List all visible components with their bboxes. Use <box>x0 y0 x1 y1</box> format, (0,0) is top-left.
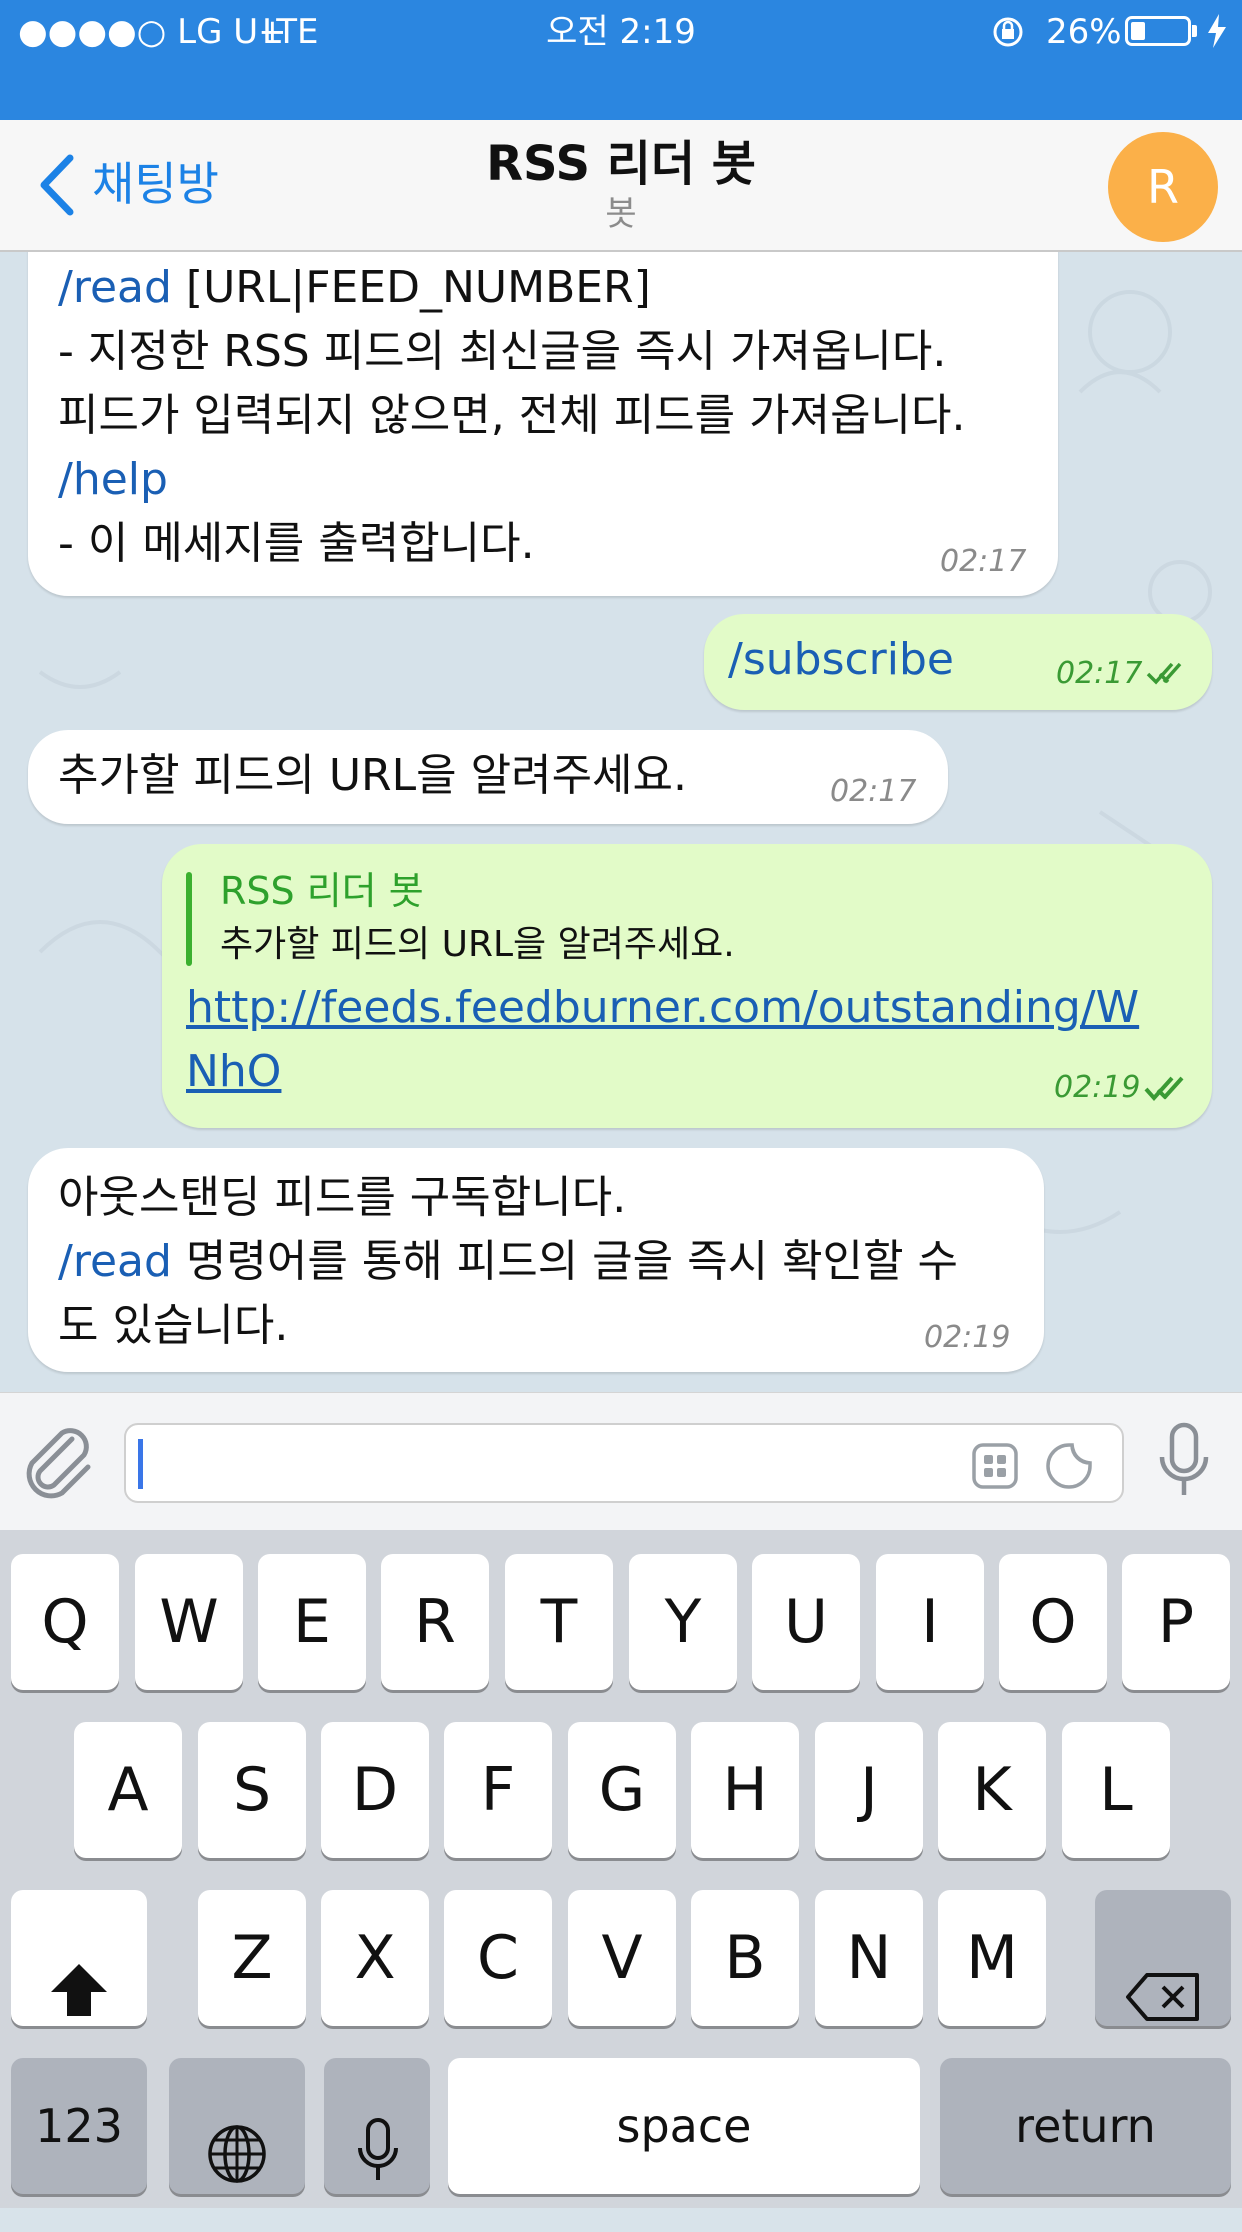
read-checkmarks-icon <box>1146 660 1194 690</box>
message-input[interactable] <box>124 1423 1124 1503</box>
battery-icon <box>1125 16 1191 46</box>
subscribe-command[interactable]: /subscribe <box>728 628 954 692</box>
key-b[interactable]: B <box>691 1890 799 2026</box>
message-incoming[interactable]: 아웃스탠딩 피드를 구독합니다. /read 명령어를 통해 피드의 글을 즉시… <box>28 1148 1044 1372</box>
message-incoming[interactable]: 추가할 피드의 URL을 알려주세요. 02:17 <box>28 730 948 824</box>
message-text: 추가할 피드의 URL을 알려주세요. <box>58 750 687 801</box>
message-text: 아웃스탠딩 피드를 구독합니다. <box>58 1172 627 1223</box>
reply-quote-text[interactable]: 추가할 피드의 URL을 알려주세요. <box>220 920 735 970</box>
message-incoming[interactable]: /read [URL|FEED_NUMBER] - 지정한 RSS 피드의 최신… <box>28 252 1058 596</box>
chat-area[interactable]: /read [URL|FEED_NUMBER] - 지정한 RSS 피드의 최신… <box>0 252 1242 1392</box>
key-x[interactable]: X <box>321 1890 429 2026</box>
key-u[interactable]: U <box>752 1554 860 1690</box>
chat-subtitle: 봇 <box>605 194 637 234</box>
message-input-bar <box>0 1392 1242 1530</box>
message-text: 명령어를 통해 피드의 글을 즉시 확인할 수 <box>171 1236 958 1287</box>
message-outgoing[interactable]: RSS 리더 봇 추가할 피드의 URL을 알려주세요. http://feed… <box>162 844 1212 1128</box>
read-args: [URL|FEED_NUMBER] <box>171 262 651 313</box>
keyboard: Q W E R T Y U I O P A S D F G H J K L Z … <box>0 1530 1242 2208</box>
battery-percent: 26% <box>1046 12 1122 52</box>
message-text: 도 있습니다. <box>58 1300 289 1351</box>
message-text: - 지정한 RSS 피드의 최신글을 즉시 가져옵니다. <box>58 326 947 377</box>
message-time: 02:17 <box>1056 656 1143 691</box>
globe-key[interactable] <box>169 2058 305 2194</box>
message-time: 02:17 <box>940 544 1027 579</box>
message-time: 02:17 <box>830 774 917 809</box>
backspace-key[interactable] <box>1095 1890 1231 2026</box>
key-t[interactable]: T <box>505 1554 613 1690</box>
key-l[interactable]: L <box>1062 1722 1170 1858</box>
nav-bar: 채팅방 RSS 리더 봇 봇 R <box>0 120 1242 252</box>
charging-bolt-icon <box>1206 14 1228 52</box>
message-text: - 이 메세지를 출력합니다. <box>58 518 535 569</box>
backspace-icon <box>1125 1934 1201 2070</box>
key-c[interactable]: C <box>444 1890 552 2026</box>
text-caret <box>138 1439 143 1489</box>
bot-commands-icon[interactable] <box>972 1443 1018 1493</box>
read-checkmarks-icon <box>1144 1074 1196 1106</box>
read-command-link[interactable]: /read <box>58 1236 172 1287</box>
message-outgoing[interactable]: /subscribe 02:17 <box>704 614 1212 710</box>
reply-quote-author[interactable]: RSS 리더 봇 <box>220 866 424 916</box>
chat-title: RSS 리더 봇 <box>486 136 756 192</box>
return-key[interactable]: return <box>940 2058 1231 2194</box>
microphone-icon[interactable] <box>1158 1421 1210 1505</box>
microphone-icon <box>356 2094 400 2230</box>
message-text: 피드가 입력되지 않으면, 전체 피드를 가져옵니다. <box>58 390 966 441</box>
numbers-key[interactable]: 123 <box>11 2058 147 2194</box>
message-time: 02:19 <box>1054 1070 1141 1105</box>
reply-quote-bar <box>186 872 192 966</box>
status-bar: ●●●●○ LG U+ LTE 오전 2:19 26% <box>0 0 1242 120</box>
key-q[interactable]: Q <box>11 1554 119 1690</box>
key-e[interactable]: E <box>258 1554 366 1690</box>
key-v[interactable]: V <box>568 1890 676 2026</box>
key-z[interactable]: Z <box>198 1890 306 2026</box>
key-k[interactable]: K <box>938 1722 1046 1858</box>
globe-icon <box>207 2096 267 2232</box>
dictation-key[interactable] <box>324 2058 430 2194</box>
avatar[interactable]: R <box>1108 132 1218 242</box>
shift-arrow-icon <box>49 1930 109 2066</box>
read-command-link[interactable]: /read <box>58 262 172 313</box>
feed-url-link[interactable]: http://feeds.feedburner.com/outstanding/… <box>186 976 1139 1040</box>
feed-url-link[interactable]: NhO <box>186 1040 281 1104</box>
key-a[interactable]: A <box>74 1722 182 1858</box>
key-w[interactable]: W <box>135 1554 243 1690</box>
key-i[interactable]: I <box>876 1554 984 1690</box>
rotation-lock-icon <box>990 14 1026 54</box>
message-time: 02:19 <box>924 1320 1011 1355</box>
key-m[interactable]: M <box>938 1890 1046 2026</box>
key-j[interactable]: J <box>815 1722 923 1858</box>
key-s[interactable]: S <box>198 1722 306 1858</box>
key-d[interactable]: D <box>321 1722 429 1858</box>
key-p[interactable]: P <box>1122 1554 1230 1690</box>
key-g[interactable]: G <box>568 1722 676 1858</box>
help-command-link[interactable]: /help <box>58 454 168 505</box>
paperclip-icon[interactable] <box>22 1425 94 1505</box>
sticker-icon[interactable] <box>1044 1441 1094 1495</box>
space-key[interactable]: space <box>448 2058 920 2194</box>
key-r[interactable]: R <box>381 1554 489 1690</box>
key-f[interactable]: F <box>444 1722 552 1858</box>
key-o[interactable]: O <box>999 1554 1107 1690</box>
shift-key[interactable] <box>11 1890 147 2026</box>
key-y[interactable]: Y <box>629 1554 737 1690</box>
key-n[interactable]: N <box>815 1890 923 2026</box>
key-h[interactable]: H <box>691 1722 799 1858</box>
